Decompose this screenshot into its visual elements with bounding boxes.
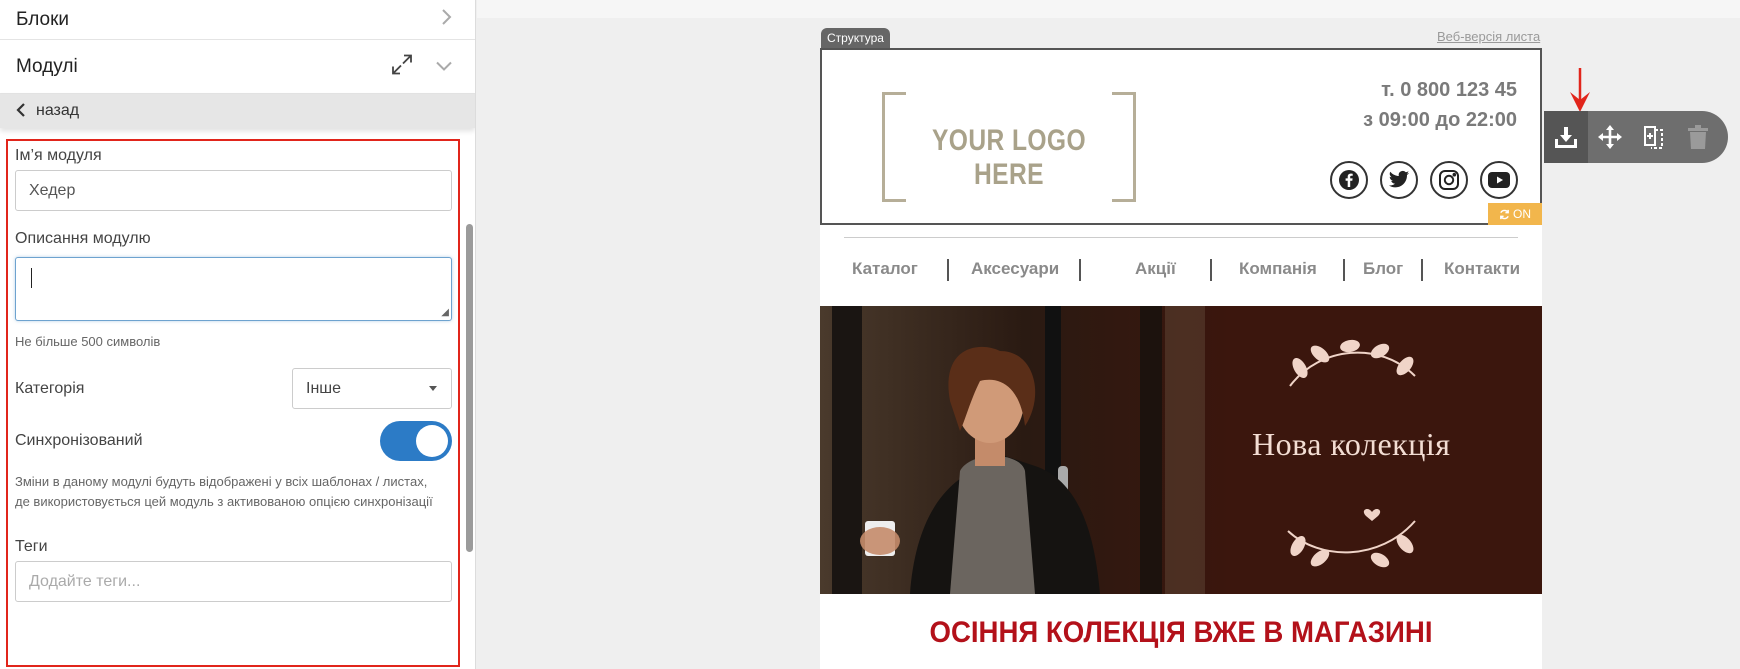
nav-separator (1210, 259, 1212, 281)
chevron-left-icon (16, 102, 26, 120)
nav-item-sales[interactable]: Акції (1135, 259, 1176, 279)
canvas-top-strip (477, 0, 1740, 18)
back-button[interactable]: назад (0, 94, 475, 128)
nav-separator (1343, 259, 1345, 281)
logo-bracket-right (1112, 92, 1136, 202)
nav-item-company[interactable]: Компанія (1239, 259, 1317, 279)
chevron-down-icon[interactable] (435, 55, 453, 78)
social-links (1330, 161, 1518, 199)
delete-icon[interactable] (1676, 111, 1720, 163)
web-version-link[interactable]: Веб-версія листа (1437, 29, 1540, 44)
logo-text: YOUR LOGO HERE (931, 124, 1087, 191)
divider (844, 237, 1518, 238)
sync-badge-label: ON (1513, 207, 1531, 221)
accordion-blocks-title: Блоки (16, 8, 70, 30)
header-module[interactable]: YOUR LOGO HERE т. 0 800 123 45 з 09:00 д… (820, 48, 1542, 225)
instagram-icon[interactable] (1430, 161, 1468, 199)
promo-headline: ОСІННЯ КОЛЕКЦІЯ ВЖЕ В МАГАЗИНІ (929, 616, 1433, 649)
module-form: Ім’я модуля Хедер Описання модулю ◢ Не б… (6, 139, 460, 667)
module-name-label: Ім’я модуля (15, 147, 102, 164)
description-textarea[interactable]: ◢ (15, 257, 452, 321)
email-preview: YOUR LOGO HERE т. 0 800 123 45 з 09:00 д… (820, 48, 1542, 669)
description-label: Описання модулю (15, 230, 151, 247)
synced-row: Синхронізований (15, 421, 452, 461)
nav-separator (947, 259, 949, 281)
expand-icon[interactable] (391, 53, 413, 80)
nav-item-contacts[interactable]: Контакти (1444, 259, 1520, 279)
nav-separator (1079, 259, 1081, 281)
nav-item-accessories[interactable]: Аксесуари (971, 259, 1059, 279)
save-module-icon[interactable] (1544, 111, 1588, 163)
sync-badge: ON (1488, 203, 1542, 225)
back-label: назад (36, 102, 80, 119)
working-hours: з 09:00 до 22:00 (1363, 109, 1517, 131)
chevron-right-icon (441, 8, 453, 32)
tags-input[interactable]: Додайте теги... (15, 561, 452, 602)
tags-placeholder: Додайте теги... (29, 572, 141, 590)
hero-title: Нова колекція (1252, 426, 1451, 462)
phone-number: т. 0 800 123 45 (1381, 79, 1517, 101)
nav-item-catalog[interactable]: Каталог (852, 259, 918, 279)
accordion-modules[interactable]: Модулі (0, 40, 475, 94)
description-hint: Не більше 500 символів (15, 334, 161, 349)
caret-down-icon (429, 386, 437, 391)
sync-icon (1500, 209, 1509, 219)
accordion-blocks[interactable]: Блоки (0, 0, 475, 40)
category-row: Категорія Інше (15, 368, 452, 409)
logo-bracket-left (882, 92, 906, 202)
structure-tab[interactable]: Структура (821, 28, 890, 48)
resize-handle-icon[interactable]: ◢ (441, 308, 449, 318)
nav-item-blog[interactable]: Блог (1363, 259, 1403, 279)
panel-scrollbar[interactable] (466, 224, 473, 552)
synced-note: Зміни в даному модулі будуть відображені… (15, 474, 433, 509)
twitter-icon[interactable] (1380, 161, 1418, 199)
copy-icon[interactable] (1632, 111, 1676, 163)
hero-banner[interactable]: Нова колекція (820, 306, 1542, 594)
logo: YOUR LOGO HERE (882, 92, 1136, 202)
synced-toggle[interactable] (380, 421, 452, 461)
nav-separator (1421, 259, 1423, 281)
text-cursor (31, 268, 32, 288)
toggle-knob (416, 425, 448, 457)
move-icon[interactable] (1588, 111, 1632, 163)
category-label: Категорія (15, 379, 85, 397)
settings-panel: Блоки Модулі назад Ім’я модуля Хедер Опи… (0, 0, 476, 669)
facebook-icon[interactable] (1330, 161, 1368, 199)
youtube-icon[interactable] (1480, 161, 1518, 199)
tags-label: Теги (15, 538, 48, 555)
category-select[interactable]: Інше (292, 368, 452, 409)
category-select-value: Інше (306, 379, 342, 397)
email-nav: Каталог Аксесуари Акції Компанія Блог Ко… (820, 259, 1542, 289)
module-name-input[interactable]: Хедер (15, 170, 452, 211)
synced-label: Синхронізований (15, 432, 143, 449)
contact-info: т. 0 800 123 45 з 09:00 до 22:00 (1363, 75, 1517, 135)
arrow-down-icon (1570, 68, 1590, 112)
accordion-modules-title: Модулі (16, 55, 78, 77)
module-toolbar (1544, 111, 1728, 163)
